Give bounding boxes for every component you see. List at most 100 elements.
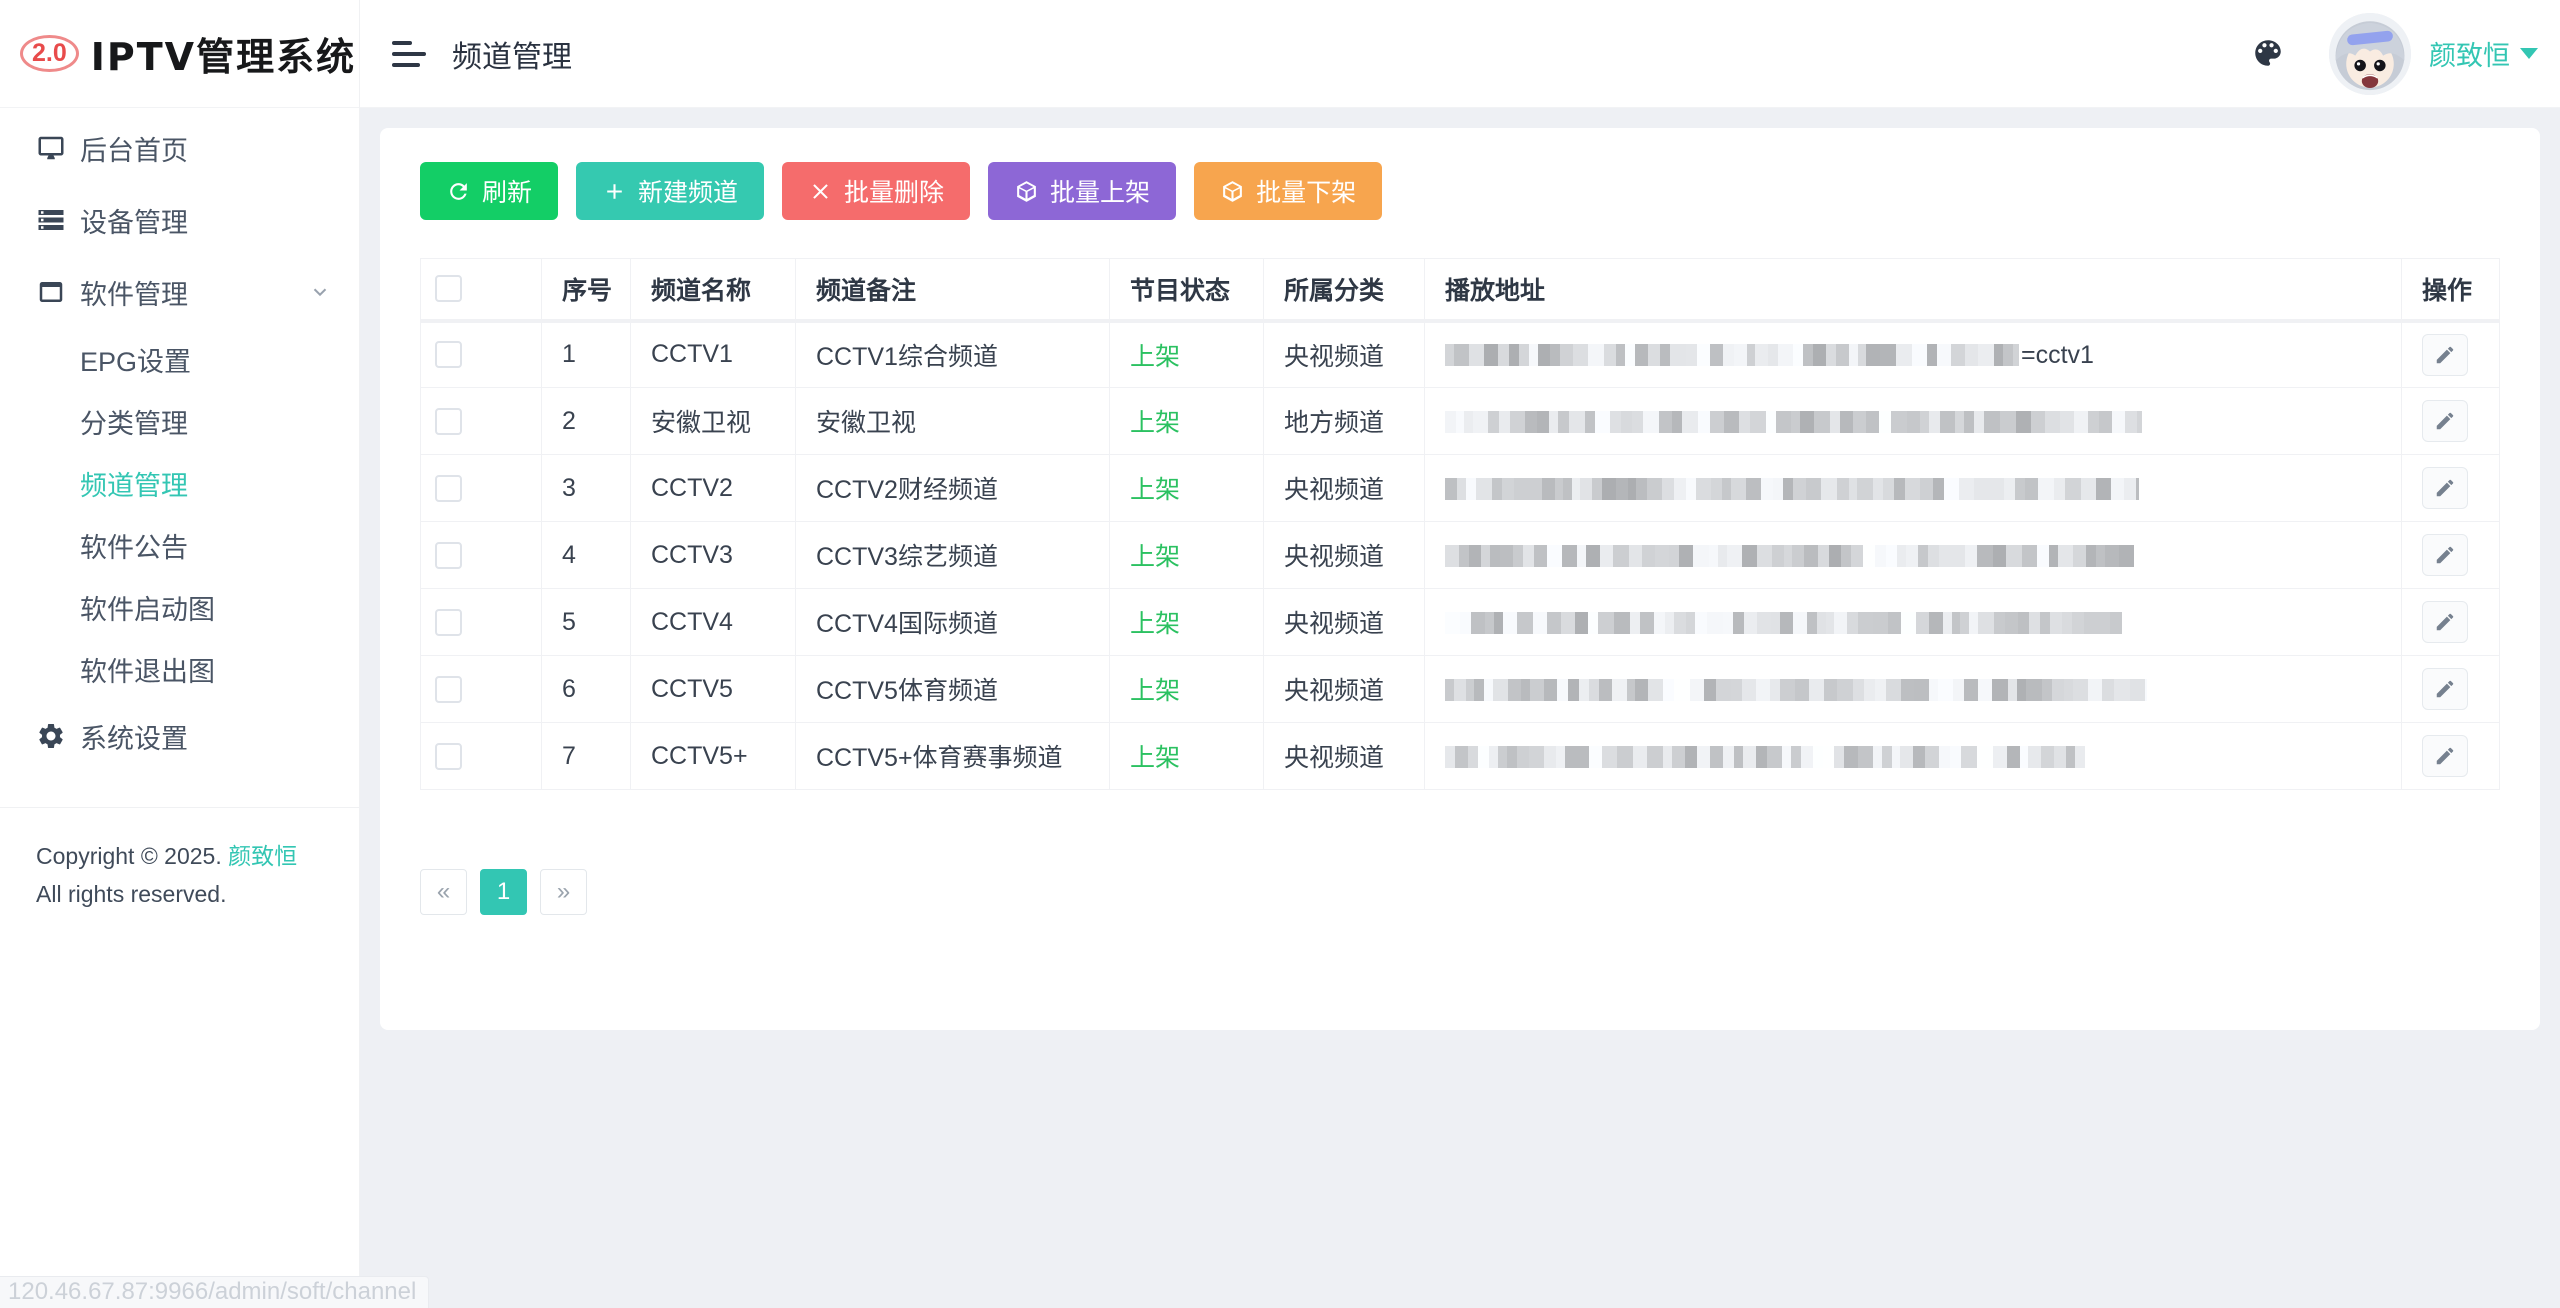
- channel-category-cell: 央视频道: [1263, 521, 1425, 589]
- masked-url: [1445, 544, 2134, 567]
- theme-palette-icon[interactable]: [2251, 36, 2287, 72]
- row-checkbox[interactable]: [435, 541, 462, 569]
- status-on-link[interactable]: 上架: [1130, 543, 1180, 571]
- row-checkbox[interactable]: [435, 341, 462, 369]
- window-icon: [36, 277, 66, 307]
- sidebar-item-label: 软件管理: [80, 279, 188, 310]
- pagination-prev-button[interactable]: «: [420, 869, 467, 915]
- row-checkbox[interactable]: [435, 742, 462, 770]
- row-checkbox[interactable]: [435, 407, 462, 435]
- row-checkbox[interactable]: [435, 608, 462, 636]
- pencil-icon: [2434, 477, 2456, 499]
- sidebar: 2.0 IPTV管理系统 后台首页 设备管理 软件管理 EPG设置 分类管理 频…: [0, 0, 360, 1308]
- box-icon: [1014, 179, 1039, 204]
- channel-url-cell: [1424, 588, 2402, 656]
- status-on-link[interactable]: 上架: [1130, 476, 1180, 504]
- refresh-button[interactable]: 刷新: [420, 162, 559, 220]
- table-row: 2 安徽卫视 安徽卫视 上架 地方频道: [420, 387, 2500, 455]
- col-header-url: 播放地址: [1424, 258, 2402, 323]
- row-checkbox[interactable]: [435, 675, 462, 703]
- pencil-icon: [2434, 745, 2456, 767]
- copyright-owner-link[interactable]: 颜致恒: [228, 843, 297, 869]
- col-header-status: 节目状态: [1109, 258, 1264, 323]
- logo-title: IPTV管理系统: [90, 35, 357, 79]
- content-area: 刷新 新建频道 批量删除 批量上架 批量下架 序号 频道名称 频道备注 节目状态…: [360, 108, 2560, 1308]
- channel-index-cell: 4: [541, 521, 631, 589]
- toolbar: 刷新 新建频道 批量删除 批量上架 批量下架: [420, 162, 2500, 220]
- batch-on-button[interactable]: 批量上架: [988, 162, 1177, 220]
- sidebar-subitem-epg[interactable]: EPG设置: [0, 328, 359, 390]
- pagination-page-1-button[interactable]: 1: [480, 869, 527, 915]
- channel-name-cell: CCTV3: [630, 521, 796, 589]
- masked-url: [1445, 410, 2142, 433]
- edit-button[interactable]: [2422, 735, 2468, 777]
- table-header-row: 序号 频道名称 频道备注 节目状态 所属分类 播放地址 操作: [420, 258, 2500, 323]
- row-checkbox[interactable]: [435, 474, 462, 502]
- channel-table-wrap: 序号 频道名称 频道备注 节目状态 所属分类 播放地址 操作 1 CCTV1 CCT…: [420, 258, 2500, 790]
- channel-url-cell: [1424, 722, 2402, 790]
- masked-url: [1445, 611, 2122, 634]
- box-icon: [1220, 179, 1245, 204]
- channel-url-cell: [1424, 521, 2402, 589]
- channel-category-cell: 央视频道: [1263, 588, 1425, 656]
- channel-note-cell: 安徽卫视: [795, 387, 1110, 455]
- logo-version-badge: 2.0: [20, 35, 79, 72]
- batch-off-button[interactable]: 批量下架: [1194, 162, 1383, 220]
- sidebar-subitem-announcement[interactable]: 软件公告: [0, 514, 359, 576]
- copyright: Copyright © 2025. 颜致恒 All rights reserve…: [0, 807, 359, 944]
- channel-name-cell: CCTV5+: [630, 722, 796, 790]
- edit-button[interactable]: [2422, 668, 2468, 710]
- page-title: 频道管理: [452, 40, 572, 74]
- edit-button[interactable]: [2422, 333, 2468, 376]
- edit-button[interactable]: [2422, 400, 2468, 442]
- create-channel-button[interactable]: 新建频道: [576, 162, 765, 220]
- sidebar-item-label: 后台首页: [80, 135, 188, 166]
- button-label: 刷新: [482, 179, 533, 207]
- sidebar-subitem-exit[interactable]: 软件退出图: [0, 638, 359, 700]
- app-window: 2.0 IPTV管理系统 后台首页 设备管理 软件管理 EPG设置 分类管理 频…: [0, 0, 2560, 1308]
- pencil-icon: [2434, 611, 2456, 633]
- channel-note-cell: CCTV2财经频道: [795, 454, 1110, 522]
- button-label: 批量删除: [844, 179, 945, 207]
- logo: 2.0 IPTV管理系统: [0, 0, 359, 108]
- edit-button[interactable]: [2422, 534, 2468, 576]
- channel-category-cell: 央视频道: [1263, 454, 1425, 522]
- sidebar-item-software[interactable]: 软件管理: [0, 256, 359, 328]
- status-on-link[interactable]: 上架: [1130, 343, 1180, 371]
- table-row: 4 CCTV3 CCTV3综艺频道 上架 央视频道: [420, 521, 2500, 589]
- sidebar-subitem-category[interactable]: 分类管理: [0, 390, 359, 452]
- sidebar-subitem-splash[interactable]: 软件启动图: [0, 576, 359, 638]
- sidebar-item-settings[interactable]: 系统设置: [0, 700, 359, 772]
- sidebar-menu: 后台首页 设备管理 软件管理 EPG设置 分类管理 频道管理 软件公告 软件启动…: [0, 108, 359, 772]
- status-on-link[interactable]: 上架: [1130, 677, 1180, 705]
- url-visible-text: =cctv1: [2021, 340, 2094, 369]
- avatar[interactable]: [2329, 12, 2411, 95]
- edit-button[interactable]: [2422, 467, 2468, 509]
- edit-button[interactable]: [2422, 601, 2468, 643]
- sidebar-item-devices[interactable]: 设备管理: [0, 184, 359, 256]
- menu-toggle-icon[interactable]: [390, 35, 428, 73]
- batch-delete-button[interactable]: 批量删除: [782, 162, 971, 220]
- username[interactable]: 颜致恒: [2429, 34, 2510, 73]
- channel-index-cell: 1: [541, 320, 631, 388]
- col-header-category: 所属分类: [1263, 258, 1425, 323]
- main-area: 频道管理 颜致恒 刷新 新建频道 批量删除 批量上架 批量下架 序号 频道名称 …: [360, 0, 2560, 1308]
- col-header-note: 频道备注: [795, 258, 1110, 323]
- server-icon: [36, 205, 66, 235]
- sidebar-item-label: 设备管理: [80, 207, 188, 238]
- masked-url: [1445, 477, 2139, 500]
- select-all-checkbox[interactable]: [435, 275, 462, 303]
- channel-card: 刷新 新建频道 批量删除 批量上架 批量下架 序号 频道名称 频道备注 节目状态…: [380, 128, 2540, 1030]
- channel-url-cell: [1424, 387, 2402, 455]
- channel-index-cell: 6: [541, 655, 631, 723]
- sidebar-item-dashboard[interactable]: 后台首页: [0, 112, 359, 184]
- table-row: 3 CCTV2 CCTV2财经频道 上架 央视频道: [420, 454, 2500, 522]
- pagination-next-button[interactable]: »: [540, 869, 587, 915]
- status-on-link[interactable]: 上架: [1130, 744, 1180, 772]
- channel-index-cell: 5: [541, 588, 631, 656]
- status-on-link[interactable]: 上架: [1130, 409, 1180, 437]
- status-on-link[interactable]: 上架: [1130, 610, 1180, 638]
- sidebar-subitem-channel[interactable]: 频道管理: [0, 452, 359, 514]
- channel-category-cell: 央视频道: [1263, 722, 1425, 790]
- masked-url: [1445, 745, 2085, 768]
